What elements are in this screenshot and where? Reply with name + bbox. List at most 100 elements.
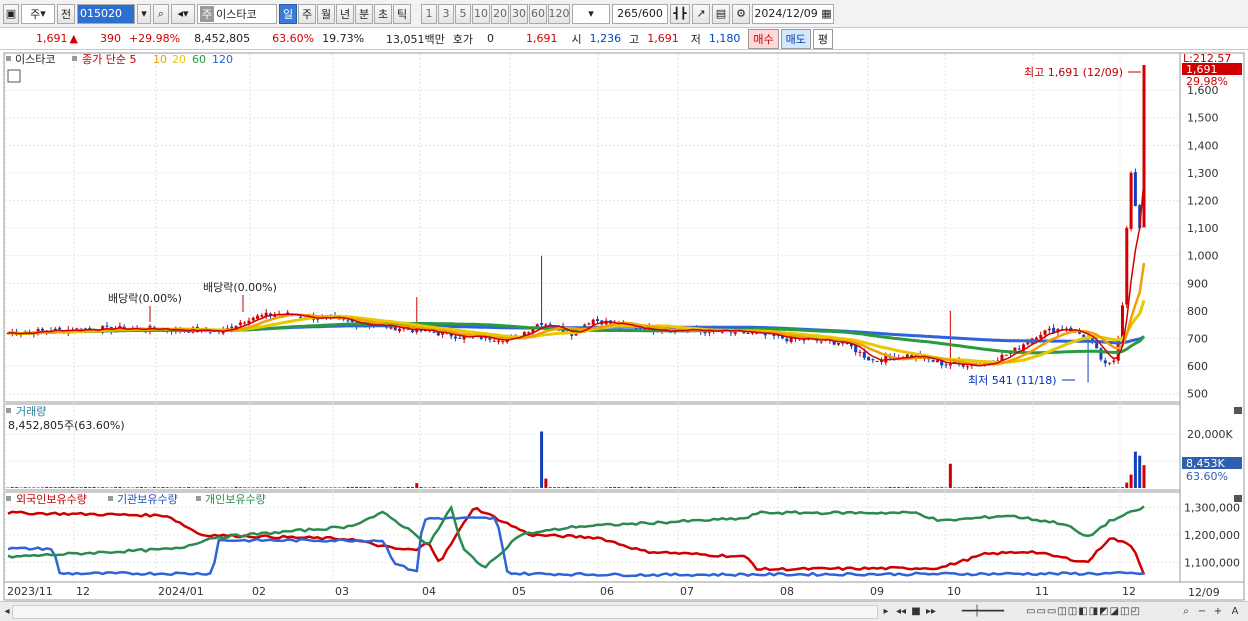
interval-button-5[interactable]: 5 [455,3,471,24]
volume-bar [40,487,44,488]
zoom-in-icon[interactable]: + [1212,604,1224,619]
volume-bar [1095,487,1099,488]
volume-bar [449,486,453,488]
volume-bar [350,486,354,488]
interval-button-3[interactable]: 3 [438,3,454,24]
custom-interval-select[interactable]: ▾ [572,3,610,24]
date-value: 2024/12/09 [754,7,818,20]
indiv-legend: 개인보유수량 [205,493,266,506]
x-tick-label: 12 [1122,585,1136,598]
search-icon[interactable]: ⌕ [153,3,169,24]
holder-tick-label: 1,300,000 [1184,501,1240,514]
market-select[interactable]: 주 ▾ [21,3,55,24]
volume-bar [475,487,479,488]
code-input[interactable]: 015020 [77,3,135,24]
layout-icons[interactable]: ▭▭▭◫◫◧◨◩◪◫◰ [1026,604,1176,619]
volume-bar [238,487,242,488]
code-dropdown-icon[interactable]: ▾ [137,3,151,24]
period-tabs: 일주월년분초틱 [279,3,411,24]
volume-bar [570,487,574,488]
interval-button-120[interactable]: 120 [548,3,570,24]
save-icon[interactable]: ▤ [712,3,730,24]
candle-body [1129,172,1133,229]
volume-bar [139,487,143,488]
candle-body [746,332,750,334]
period-tab-5[interactable]: 초 [374,3,392,24]
open-value: 1,236 [589,32,622,45]
volume-bar [393,487,397,488]
count-field[interactable]: 265/600 [612,3,668,24]
font-size-icon[interactable]: A [1228,604,1242,619]
panel-close-icon[interactable] [1234,407,1242,414]
period-tab-3[interactable]: 년 [336,3,354,24]
volume-bar [514,487,518,488]
volume-bar [462,487,466,488]
interval-button-1[interactable]: 1 [421,3,437,24]
volume-bar [359,487,363,488]
date-input[interactable]: 2024/12/09 ▦ [752,3,834,24]
window-icon[interactable]: ▣ [3,3,19,24]
volume-bar [126,487,130,488]
change-value: 390 [99,32,121,45]
flat-button[interactable]: 평 [812,28,834,49]
stock-name-field[interactable]: 주 이스타코 [197,3,277,24]
interval-button-20[interactable]: 20 [491,3,509,24]
forward-icon[interactable]: ▸▸ [924,604,938,619]
volume-bar [92,486,96,488]
period-tab-4[interactable]: 분 [355,3,373,24]
volume-bar [940,487,944,488]
candle-body [966,366,970,368]
legend-square-icon [6,56,11,61]
volume-bar [312,487,316,488]
period-tab-0[interactable]: 일 [279,3,297,24]
volume-bar [910,487,914,488]
volume-bar [531,487,535,488]
candle-body [836,343,840,345]
turnover: 19.73% [322,32,365,45]
volume-bar [974,486,978,488]
volume-bar [540,431,544,488]
chart-window: ▣ 주 ▾ 전 015020 ▾ ⌕ ◂▾ 주 이스타코 일주월년분초틱 1351… [0,0,1248,621]
scroll-right-icon[interactable]: ▸ [880,604,892,619]
volume-bar [656,487,660,488]
calculator-icon[interactable] [7,69,21,83]
stock-name: 이스타코 [216,7,257,21]
stop-icon[interactable]: ■ [910,604,922,619]
legend-square-icon [6,408,11,413]
volume-value: 8,452,805 [194,32,251,45]
volume-bar [260,487,264,488]
period-tab-1[interactable]: 주 [298,3,316,24]
volume-bar [918,487,922,488]
buy-button[interactable]: 매수 [748,28,779,49]
volume-bar [802,487,806,488]
price-panel-frame [3,52,1181,403]
legend-ma20: 20 [172,53,186,66]
candle-body [243,322,247,324]
candle-type-icon[interactable]: ┫┣ [670,3,690,24]
rewind-icon[interactable]: ◂◂ [894,604,908,619]
prev-button[interactable]: 전 [57,3,75,24]
period-tab-2[interactable]: 월 [317,3,335,24]
candle-body [867,356,871,361]
volume-bar [355,486,359,488]
speaker-icon[interactable]: ◂▾ [171,3,195,24]
interval-button-30[interactable]: 30 [510,3,528,24]
price-tick-label: 1,200 [1187,195,1219,208]
volume-bar [96,487,100,488]
interval-button-10[interactable]: 10 [472,3,490,24]
legend-square-icon [108,496,113,501]
interval-button-60[interactable]: 60 [529,3,547,24]
volume-bar [234,486,238,488]
draw-tool-icon[interactable]: ↗ [692,3,710,24]
sell-button[interactable]: 매도 [780,28,811,49]
panel-close-icon[interactable] [1234,495,1242,502]
gear-icon[interactable]: ⚙ [732,3,750,24]
zoom-slider[interactable]: ━━┿━━━━ [948,604,1018,619]
zoom-out-icon[interactable]: − [1196,604,1208,619]
magnifier-icon[interactable]: ⌕ [1180,604,1192,619]
horizontal-scrollbar[interactable] [12,605,878,619]
scroll-left-icon[interactable]: ◂ [2,604,12,619]
period-tab-6[interactable]: 틱 [393,3,411,24]
volume-bar [970,487,974,488]
candle-body [1034,337,1038,340]
